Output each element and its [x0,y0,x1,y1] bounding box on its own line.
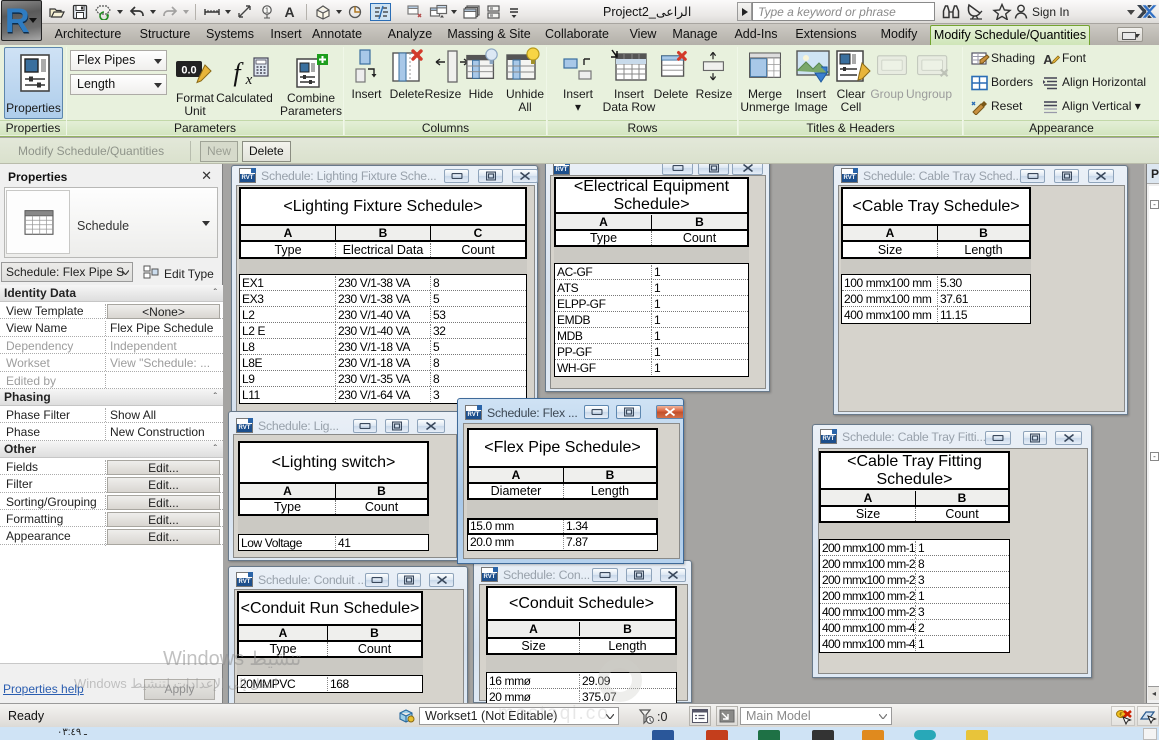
svg-text:f: f [233,58,244,87]
svg-text:A: A [1043,52,1053,67]
svg-text:x: x [245,72,253,88]
svg-text:1: 1 [265,8,269,15]
svg-text:A: A [284,4,294,20]
svg-text:0.0: 0.0 [181,65,196,77]
